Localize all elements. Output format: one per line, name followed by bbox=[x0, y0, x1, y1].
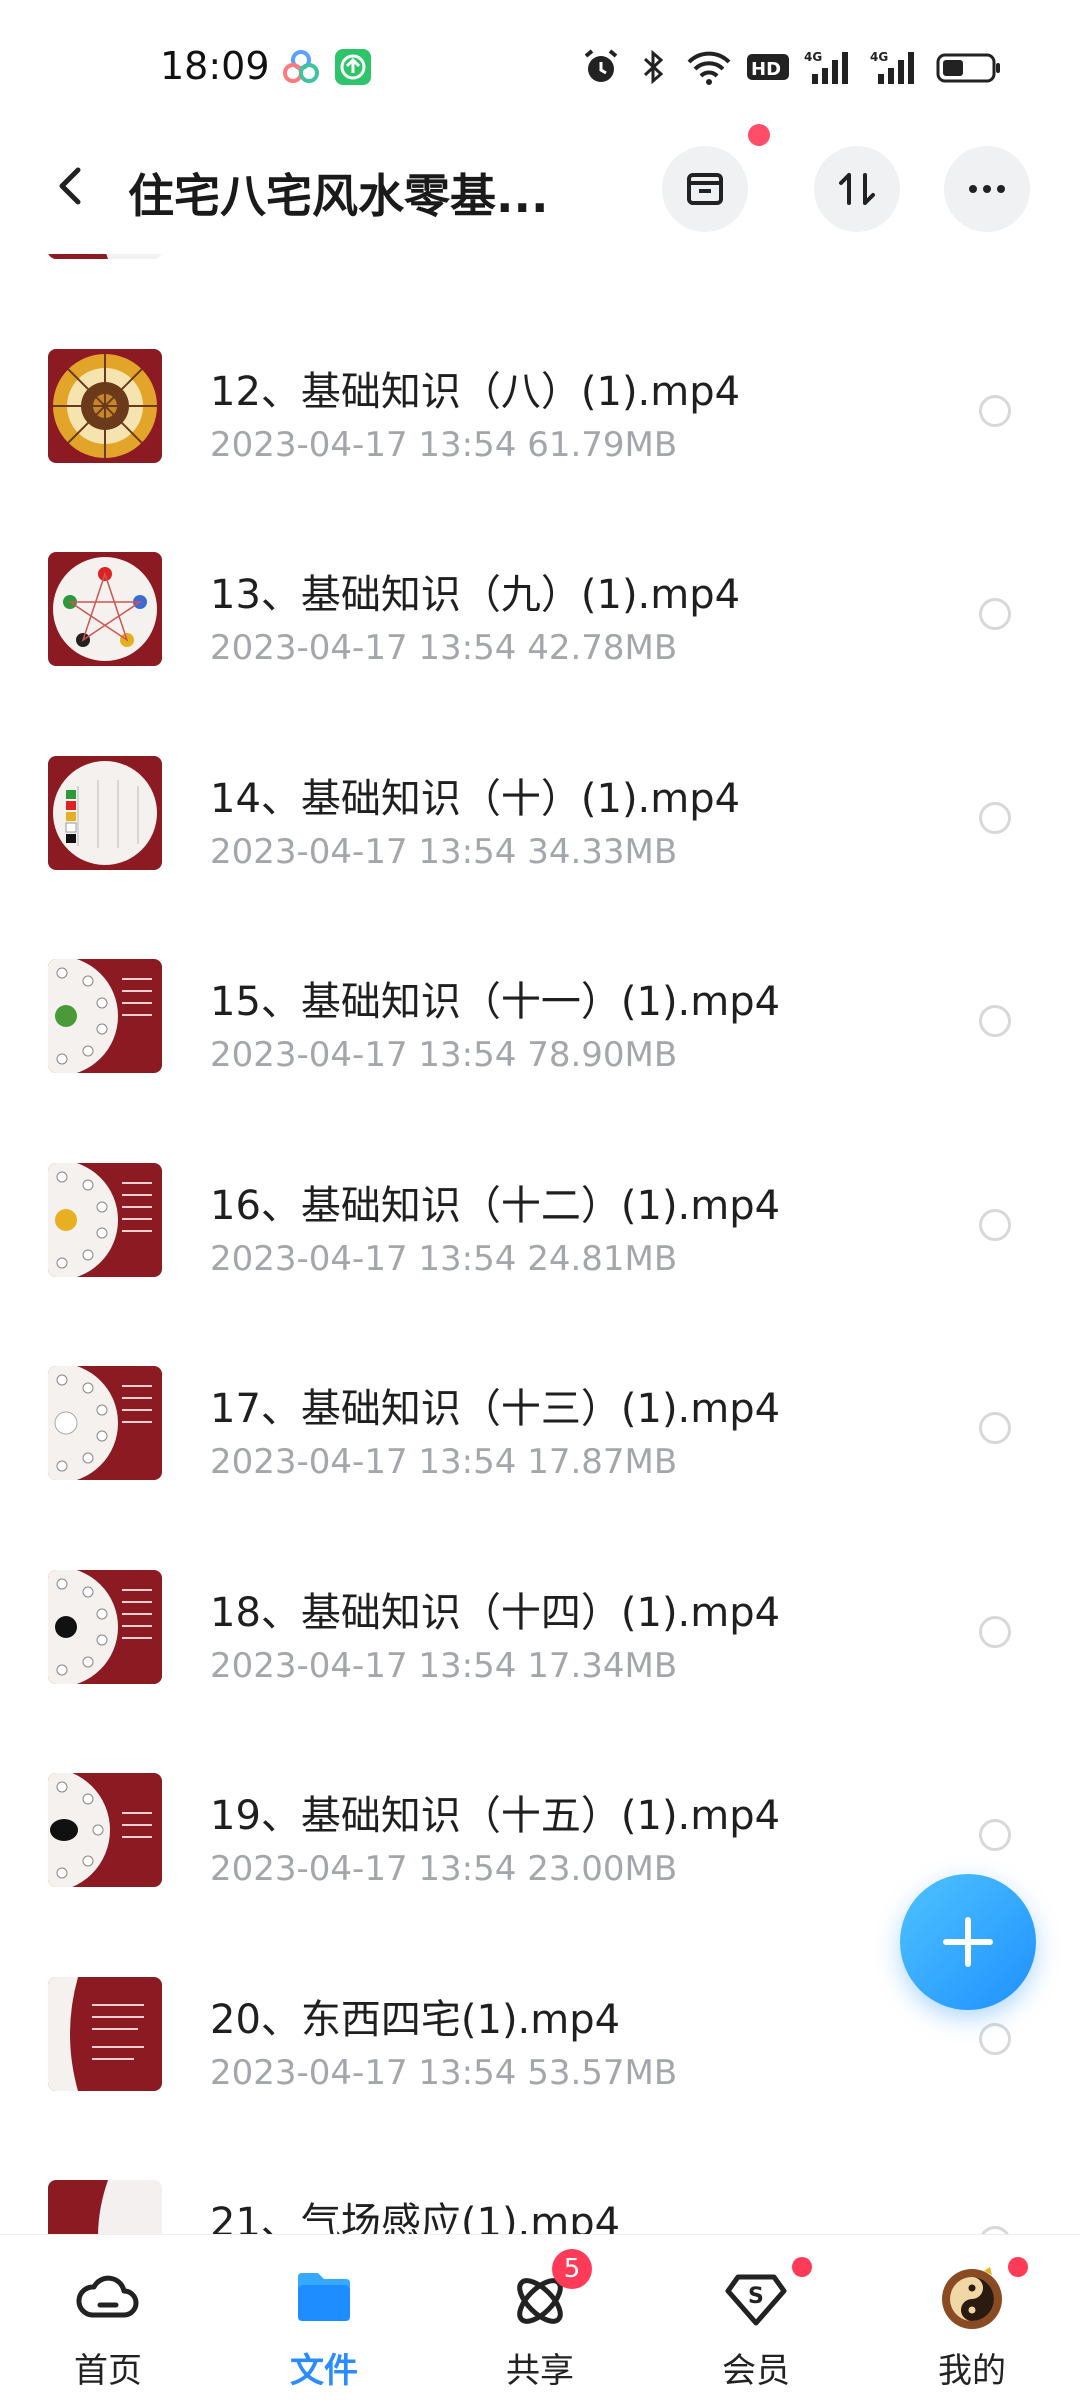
notification-dot bbox=[748, 124, 770, 146]
wifi-icon bbox=[687, 51, 731, 85]
archive-button[interactable] bbox=[662, 146, 748, 232]
file-row[interactable]: 11、基础知识（七）(1).mp42023-04-17 13:54 53.87M… bbox=[0, 254, 1080, 309]
file-name: 21、气场感应(1).mp4 bbox=[210, 2200, 621, 2234]
app-notification-icon bbox=[283, 50, 319, 83]
file-meta: 2023-04-17 13:54 42.78MB bbox=[210, 628, 678, 668]
file-name: 19、基础知识（十五）(1).mp4 bbox=[210, 1793, 781, 1839]
select-checkbox[interactable] bbox=[979, 1615, 1011, 1648]
more-icon bbox=[969, 185, 1005, 193]
cloud-home-icon bbox=[76, 2275, 139, 2318]
status-time: 18:09 bbox=[160, 44, 270, 88]
file-meta: 2023-04-17 13:54 78.90MB bbox=[210, 1035, 678, 1075]
plus-icon bbox=[943, 1917, 993, 1967]
file-row[interactable]: 17、基础知识（十三）(1).mp4 2023-04-17 13:54 17.87… bbox=[0, 1326, 1080, 1530]
folder-icon bbox=[298, 2273, 350, 2321]
select-checkbox[interactable] bbox=[979, 2226, 1011, 2234]
alarm-icon bbox=[584, 49, 618, 82]
select-checkbox[interactable] bbox=[979, 1819, 1011, 1851]
video-thumbnail bbox=[48, 348, 162, 463]
nav-label-share: 共享 bbox=[506, 2351, 574, 2391]
avatar-icon bbox=[942, 2267, 1002, 2329]
video-thumbnail bbox=[48, 1569, 162, 1684]
video-thumbnail bbox=[48, 1162, 162, 1277]
file-name: 20、东西四宅(1).mp4 bbox=[210, 1996, 621, 2043]
nav-item-home[interactable]: 首页 bbox=[0, 2235, 216, 2400]
file-row[interactable]: 15、基础知识（十一）(1).mp4 2023-04-17 13:54 78.90… bbox=[0, 919, 1080, 1123]
svg-text:4G: 4G bbox=[870, 50, 888, 64]
nav-item-files[interactable]: 文件 bbox=[216, 2235, 432, 2400]
vip-dot bbox=[792, 2257, 812, 2277]
select-checkbox[interactable] bbox=[979, 1412, 1011, 1444]
file-row[interactable]: 18、基础知识（十四）(1).mp4 2023-04-17 13:54 17.34… bbox=[0, 1530, 1080, 1734]
status-app-icons bbox=[282, 48, 372, 86]
file-row[interactable]: 16、基础知识（十二）(1).mp4 2023-04-17 13:54 24.81… bbox=[0, 1123, 1080, 1327]
sort-button[interactable] bbox=[814, 146, 900, 232]
file-meta: 2023-04-17 13:54 23.00MB bbox=[210, 1849, 678, 1889]
file-meta: 2023-04-17 13:54 17.34MB bbox=[210, 1645, 678, 1686]
svg-text:4G: 4G bbox=[804, 50, 822, 64]
video-thumbnail bbox=[48, 552, 162, 666]
page-title: 住宅八宅风水零基... bbox=[128, 169, 549, 223]
file-row[interactable]: 21、气场感应(1).mp42023-04-17 13:54 bbox=[0, 2140, 1080, 2234]
status-bar: 18:09 HD 4G 4G bbox=[0, 0, 1080, 120]
bluetooth-icon bbox=[643, 49, 664, 85]
file-row[interactable]: 14、基础知识（十）(1).mp4 2023-04-17 13:54 34.33M… bbox=[0, 716, 1080, 920]
add-button[interactable] bbox=[900, 1874, 1036, 2010]
file-name: 18、基础知识（十四）(1).mp4 bbox=[210, 1589, 781, 1636]
file-row[interactable]: 13、基础知识（九）(1).mp4 2023-04-17 13:54 42.78M… bbox=[0, 512, 1080, 716]
video-thumbnail bbox=[48, 1366, 162, 1480]
file-meta: 2023-04-17 13:54 53.57MB bbox=[210, 2052, 678, 2093]
file-row[interactable]: 12、基础知识（八）(1).mp4 2023-04-17 13:54 61.79M… bbox=[0, 309, 1080, 513]
file-meta: 2023-04-17 13:54 61.79MB bbox=[210, 424, 678, 465]
header: 住宅八宅风水零基... bbox=[0, 120, 1080, 254]
bottom-nav: 首页 文件 5 共享 S 会员 我的 bbox=[0, 2234, 1080, 2400]
status-right: HD 4G 4G bbox=[582, 48, 1002, 86]
me-dot bbox=[1008, 2257, 1028, 2277]
file-name: 14、基础知识（十）(1).mp4 bbox=[210, 775, 741, 822]
battery-icon bbox=[936, 53, 1000, 83]
nav-item-vip[interactable]: S 会员 bbox=[648, 2235, 864, 2400]
more-button[interactable] bbox=[944, 146, 1030, 232]
nav-item-me[interactable]: 我的 bbox=[864, 2235, 1080, 2400]
nav-label-files: 文件 bbox=[290, 2351, 358, 2391]
4g-signal-icon: 4G bbox=[804, 50, 848, 84]
file-meta: 2023-04-17 13:54 24.81MB bbox=[210, 1238, 678, 1279]
nav-label-me: 我的 bbox=[938, 2351, 1006, 2391]
archive-icon bbox=[687, 173, 723, 205]
sort-icon bbox=[839, 173, 875, 205]
hd-icon: HD bbox=[747, 54, 789, 80]
file-name: 12、基础知识（八）(1).mp4 bbox=[210, 368, 741, 415]
nav-label-home: 首页 bbox=[74, 2351, 142, 2391]
video-thumbnail bbox=[48, 1773, 162, 1887]
video-thumbnail bbox=[48, 755, 162, 870]
file-name: 16、基础知识（十二）(1).mp4 bbox=[210, 1182, 781, 1229]
svg-text:S: S bbox=[748, 2284, 764, 2309]
file-name: 15、基础知识（十一）(1).mp4 bbox=[210, 979, 781, 1025]
select-checkbox[interactable] bbox=[979, 1208, 1011, 1241]
4g-signal-icon-2: 4G bbox=[870, 50, 914, 84]
file-meta: 2023-04-17 13:54 17.87MB bbox=[210, 1442, 678, 1482]
upload-notification-icon bbox=[335, 49, 371, 85]
nav-item-share[interactable]: 5 共享 bbox=[432, 2235, 648, 2400]
select-checkbox[interactable] bbox=[979, 1005, 1011, 1037]
select-checkbox[interactable] bbox=[979, 598, 1011, 630]
share-badge: 5 bbox=[552, 2249, 592, 2289]
back-icon[interactable] bbox=[44, 158, 100, 214]
file-meta: 2023-04-17 13:54 34.33MB bbox=[210, 831, 678, 872]
svg-text:HD: HD bbox=[751, 59, 781, 80]
video-thumbnail bbox=[48, 2180, 162, 2234]
vip-diamond-icon: S bbox=[725, 2274, 787, 2326]
video-thumbnail bbox=[48, 959, 162, 1073]
video-thumbnail bbox=[48, 1976, 162, 2091]
select-checkbox[interactable] bbox=[979, 801, 1011, 834]
video-thumbnail bbox=[48, 254, 162, 259]
select-checkbox[interactable] bbox=[979, 394, 1011, 427]
file-name: 13、基础知识（九）(1).mp4 bbox=[210, 572, 741, 618]
nav-label-vip: 会员 bbox=[722, 2351, 790, 2391]
select-checkbox[interactable] bbox=[979, 2022, 1011, 2055]
file-meta: 2023-04-17 13:54 53.87MB bbox=[210, 254, 677, 261]
file-name: 17、基础知识（十三）(1).mp4 bbox=[210, 1386, 781, 1432]
